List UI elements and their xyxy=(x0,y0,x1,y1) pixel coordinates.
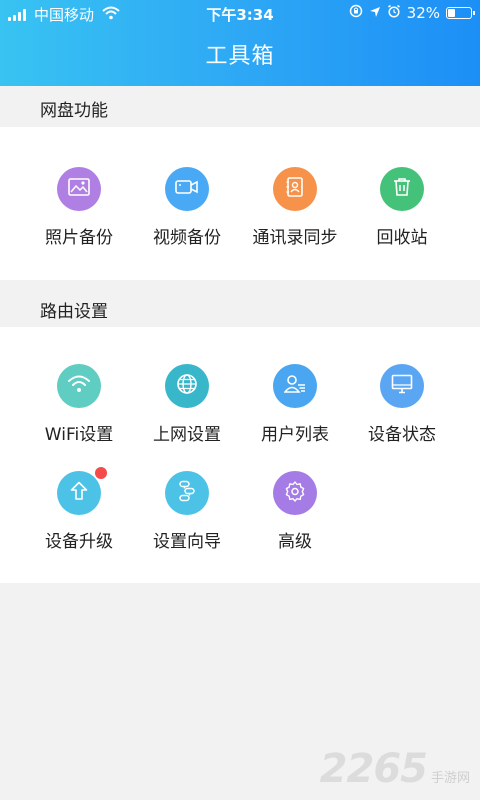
tool-label: 上网设置 xyxy=(153,425,221,445)
tool-label: 通讯录同步 xyxy=(252,228,338,248)
watermark-text: 手游网 xyxy=(430,771,470,786)
location-icon xyxy=(369,4,381,22)
tool-video-backup[interactable]: 视频备份 xyxy=(127,167,247,248)
app-header: 中国移动 下午3:34 32% 工具箱 xyxy=(0,0,480,86)
tool-setup-wizard[interactable]: 设置向导 xyxy=(127,471,247,552)
tool-wifi-settings[interactable]: WiFi设置 xyxy=(19,364,139,445)
router-tools-panel: WiFi设置 上网设置 用户列表 设备状态 设备升级 设置向导 高级 xyxy=(0,327,480,583)
status-bar: 中国移动 下午3:34 32% xyxy=(0,0,480,26)
guide-icon-circle xyxy=(165,471,209,515)
battery-percent: 32% xyxy=(406,4,440,22)
tool-label: WiFi设置 xyxy=(44,425,114,445)
tool-label: 视频备份 xyxy=(153,228,221,248)
wifi-icon-circle xyxy=(57,364,101,408)
alarm-icon xyxy=(387,4,401,22)
tool-internet-settings[interactable]: 上网设置 xyxy=(127,364,247,445)
contacts-icon xyxy=(286,177,304,201)
advanced-icon-circle xyxy=(273,471,317,515)
section-title-router: 路由设置 xyxy=(40,302,108,322)
tool-label: 设备升级 xyxy=(45,532,113,552)
globe-icon xyxy=(176,373,198,399)
notification-badge xyxy=(95,467,107,479)
tool-label: 回收站 xyxy=(376,228,428,248)
tool-label: 设备状态 xyxy=(368,425,436,445)
trash-icon xyxy=(393,177,411,201)
tool-device-status[interactable]: 设备状态 xyxy=(342,364,462,445)
contacts-icon-circle xyxy=(273,167,317,211)
tool-label: 高级 xyxy=(278,532,312,552)
tool-contacts-sync[interactable]: 通讯录同步 xyxy=(235,167,355,248)
section-title-cloud: 网盘功能 xyxy=(40,101,108,121)
monitor-icon xyxy=(391,374,413,398)
monitor-icon-circle xyxy=(380,364,424,408)
screen-lock-icon xyxy=(349,4,363,22)
wifi-icon xyxy=(67,375,91,397)
tool-label: 设置向导 xyxy=(153,532,221,552)
tool-recycle-bin[interactable]: 回收站 xyxy=(342,167,462,248)
video-camera-icon xyxy=(175,179,199,199)
user-list-icon-circle xyxy=(273,364,317,408)
watermark-number: 2265 xyxy=(319,746,428,792)
video-icon-circle xyxy=(165,167,209,211)
page-title: 工具箱 xyxy=(205,44,275,69)
watermark-logo: 2265 手游网 xyxy=(320,746,470,792)
tool-advanced[interactable]: 高级 xyxy=(235,471,355,552)
image-icon xyxy=(68,178,90,200)
upgrade-icon-circle xyxy=(57,467,107,515)
globe-icon-circle xyxy=(165,364,209,408)
user-list-icon xyxy=(283,374,306,398)
tool-photo-backup[interactable]: 照片备份 xyxy=(19,167,139,248)
trash-icon-circle xyxy=(380,167,424,211)
guide-icon xyxy=(177,480,197,506)
tool-user-list[interactable]: 用户列表 xyxy=(235,364,355,445)
tool-label: 用户列表 xyxy=(261,425,329,445)
upgrade-arrow-icon xyxy=(70,481,88,505)
cloud-tools-panel: 照片备份 视频备份 通讯录同步 回收站 xyxy=(0,127,480,280)
battery-icon xyxy=(446,7,475,19)
tool-label: 照片备份 xyxy=(45,228,113,248)
tool-device-upgrade[interactable]: 设备升级 xyxy=(19,467,139,552)
advanced-gear-icon xyxy=(284,480,306,506)
photo-icon-circle xyxy=(57,167,101,211)
